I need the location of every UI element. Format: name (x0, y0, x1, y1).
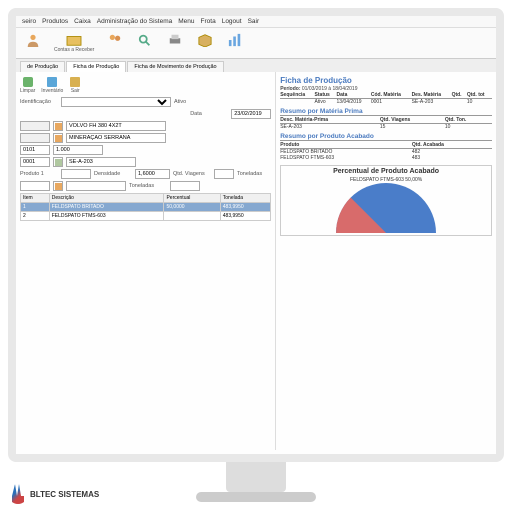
lbl-ativo: Ativo (174, 99, 212, 105)
lookup-code-icon[interactable] (53, 157, 63, 167)
lbl-densidade: Densidade (94, 171, 132, 177)
brand-logo: BLTEC SISTEMAS (8, 484, 99, 504)
col-ton: Tonelada (220, 194, 270, 203)
main-menu: seiro Produtos Caixa Administração do Si… (16, 16, 496, 28)
input-empresa[interactable] (66, 133, 166, 143)
lbl-toneladas: Toneladas (237, 171, 275, 177)
chart-container: Percentual de Produto Acabado FELDSPATO … (280, 165, 492, 236)
input-num1[interactable] (20, 145, 50, 155)
input-code[interactable] (66, 157, 136, 167)
tab-ficha-producao[interactable]: Ficha de Produção (66, 61, 126, 72)
input-val1[interactable] (53, 145, 103, 155)
input-data[interactable] (231, 109, 271, 119)
input-densidade[interactable] (135, 169, 170, 179)
menu-item[interactable]: Logout (222, 18, 242, 25)
input-extra1[interactable] (20, 181, 50, 191)
report-row: Ativo13/04/2019 0001SE-A-203 10 (280, 99, 492, 106)
input-num2[interactable] (20, 157, 50, 167)
col-desc: Descrição (49, 194, 164, 203)
brand-icon (8, 484, 28, 504)
section-produto-acabado: Resumo por Produto Acabado (280, 133, 492, 141)
monitor-stand (226, 462, 286, 492)
tab-producao[interactable]: de Produção (20, 61, 65, 72)
table-row[interactable]: 2 FELDSPATO FTMS-603 483,9950 (21, 212, 271, 221)
chart-title: Percentual de Produto Acabado (283, 168, 489, 175)
tool-user[interactable] (20, 31, 46, 55)
report-title: Ficha de Produção (280, 76, 492, 85)
col-item: Item (21, 194, 50, 203)
brand-text: BLTEC SISTEMAS (30, 490, 99, 499)
btn-inventory[interactable]: Inventário (41, 76, 63, 94)
tab-ficha-movimento[interactable]: Ficha de Movimento de Produção (127, 61, 223, 72)
lbl-qtd-viagens: Qtd. Viagens (173, 171, 211, 177)
menu-item[interactable]: Menu (178, 18, 194, 25)
input-produto1[interactable] (61, 169, 91, 179)
btn-clear[interactable]: Limpar (20, 76, 35, 94)
lbl-produto1: Produto 1 (20, 171, 58, 177)
pa-row: FELDSPATO FTMS-603483 (280, 155, 492, 161)
tool-box[interactable] (192, 31, 218, 55)
main-toolbar: Contas a Receber (16, 28, 496, 59)
menu-item[interactable]: Frota (201, 18, 216, 25)
tool-print[interactable] (162, 31, 188, 55)
input-qtd-viagens[interactable] (214, 169, 234, 179)
col-perc: Percentual (164, 194, 220, 203)
menu-item[interactable]: Caixa (74, 18, 91, 25)
tool-search[interactable] (132, 31, 158, 55)
lookup-veiculo-icon[interactable] (53, 121, 63, 131)
tool-users[interactable] (102, 31, 128, 55)
menu-item[interactable]: seiro (22, 18, 36, 25)
lbl-data: Data (190, 111, 228, 117)
lookup-extra-icon[interactable] (53, 181, 63, 191)
input-cod1[interactable] (20, 121, 50, 131)
select-identificacao[interactable] (61, 97, 171, 107)
products-grid[interactable]: Item Descrição Percentual Tonelada 1 FEL… (20, 193, 271, 221)
lbl-ton2: Toneladas (129, 183, 167, 189)
tool-accounts-receivable[interactable]: Contas a Receber (50, 31, 98, 55)
table-row[interactable]: 1 FELDSPATO BRITADO 50,0000 483,9950 (21, 203, 271, 212)
mp-row: SE-A-2031510 (280, 124, 492, 131)
menu-item[interactable]: Produtos (42, 18, 68, 25)
tab-strip: de Produção Ficha de Produção Ficha de M… (16, 59, 496, 72)
report-panel: Ficha de Produção Período: 01/03/2019 à … (275, 72, 496, 450)
form-panel: Limpar Inventário Sair Identificação Ati… (16, 72, 275, 450)
menu-item[interactable]: Administração do Sistema (97, 18, 173, 25)
btn-exit[interactable]: Sair (69, 76, 81, 94)
section-materia-prima: Resumo por Matéria Prima (280, 108, 492, 116)
input-cod2[interactable] (20, 133, 50, 143)
lookup-empresa-icon[interactable] (53, 133, 63, 143)
half-pie-chart (336, 183, 436, 233)
tool-chart[interactable] (222, 31, 248, 55)
input-ton2[interactable] (170, 181, 200, 191)
input-extra2[interactable] (66, 181, 126, 191)
lbl-identificacao: Identificação (20, 99, 58, 105)
menu-item[interactable]: Sair (248, 18, 260, 25)
input-veiculo[interactable] (66, 121, 166, 131)
